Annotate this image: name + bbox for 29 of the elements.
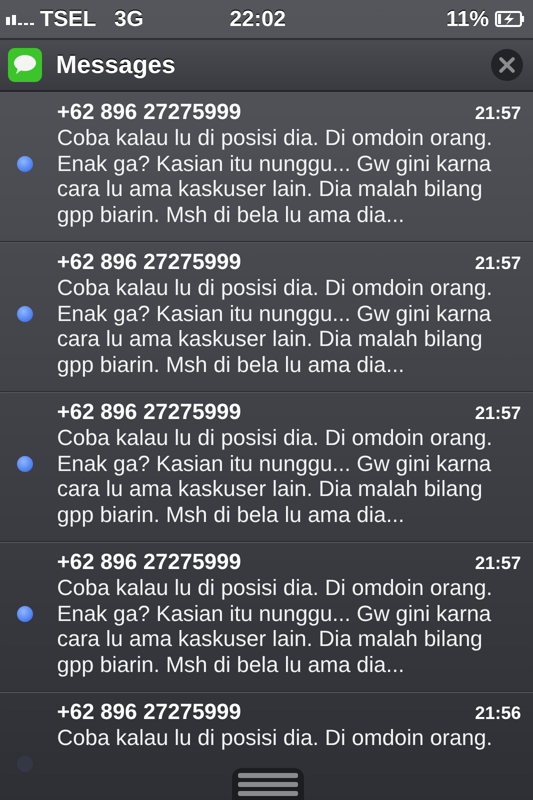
messages-app-icon [8, 48, 42, 82]
battery-percent: 11% [446, 6, 489, 32]
notification-item[interactable]: +62 896 27275999 21:57 Coba kalau lu di posisi dia. Di omdoin orang. Enak ga? Kasian itu nunggu... Gw gini karna cara lu ama kaskuser lain. Dia malah bilang gpp biarin. Msh di bela lu ama dia... [0, 542, 533, 692]
message-preview: Coba kalau lu di posisi dia. Di omdoin orang. Enak ga? Kasian itu nunggu... Gw gini karna cara lu ama kaskuser lain. Dia malah bilang gpp biarin. Msh di bela lu ama dia... [57, 425, 494, 527]
message-time: 21:57 [474, 403, 521, 424]
message-time: 21:57 [474, 553, 521, 574]
notification-item[interactable]: +62 896 27275999 21:57 Coba kalau lu di posisi dia. Di omdoin orang. Enak ga? Kasian itu nunggu... Gw gini karna cara lu ama kaskuser lain. Dia malah bilang gpp biarin. Msh di bela lu ama dia... [0, 92, 533, 242]
sender-number: +62 896 27275999 [57, 399, 242, 425]
sender-number: +62 896 27275999 [57, 549, 242, 575]
message-preview: Coba kalau lu di posisi dia. Di omdoin orang. [57, 725, 494, 750]
sender-number: +62 896 27275999 [57, 99, 242, 125]
clock-time: 22:02 [230, 6, 286, 32]
message-time: 21:57 [474, 103, 521, 124]
notification-item[interactable]: +62 896 27275999 21:57 Coba kalau lu di posisi dia. Di omdoin orang. Enak ga? Kasian itu nunggu... Gw gini karna cara lu ama kaskuser lain. Dia malah bilang gpp biarin. Msh di bela lu ama dia... [0, 392, 533, 542]
close-icon [499, 57, 515, 73]
sender-number: +62 896 27275999 [57, 249, 242, 275]
message-preview: Coba kalau lu di posisi dia. Di omdoin orang. Enak ga? Kasian itu nunggu... Gw gini karna cara lu ama kaskuser lain. Dia malah bilang gpp biarin. Msh di bela lu ama dia... [57, 125, 494, 227]
message-time: 21:56 [474, 703, 521, 724]
sender-number: +62 896 27275999 [57, 699, 242, 725]
app-title: Messages [56, 50, 177, 80]
message-preview: Coba kalau lu di posisi dia. Di omdoin orang. Enak ga? Kasian itu nunggu... Gw gini karna cara lu ama kaskuser lain. Dia malah bilang gpp biarin. Msh di bela lu ama dia... [57, 575, 494, 677]
network-type: 3G [114, 6, 144, 32]
carrier-name: TSEL [40, 6, 96, 32]
message-time: 21:57 [474, 253, 521, 274]
close-button[interactable] [491, 49, 523, 81]
pull-handle[interactable] [232, 768, 304, 800]
notification-item[interactable]: +62 896 27275999 21:57 Coba kalau lu di posisi dia. Di omdoin orang. Enak ga? Kasian itu nunggu... Gw gini karna cara lu ama kaskuser lain. Dia malah bilang gpp biarin. Msh di bela lu ama dia... [0, 242, 533, 392]
signal-icon [6, 13, 36, 25]
message-preview: Coba kalau lu di posisi dia. Di omdoin orang. Enak ga? Kasian itu nunggu... Gw gini karna cara lu ama kaskuser lain. Dia malah bilang gpp biarin. Msh di bela lu ama dia... [57, 275, 494, 377]
